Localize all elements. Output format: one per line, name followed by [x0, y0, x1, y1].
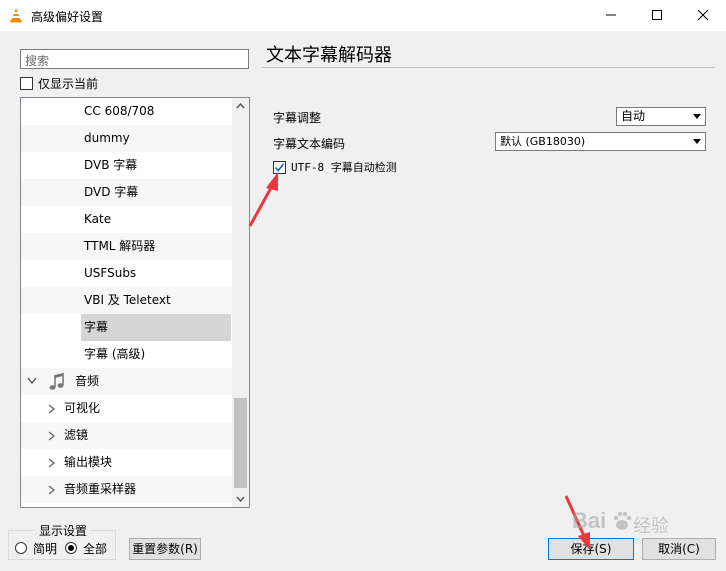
- chevron-down-icon: [27, 377, 37, 385]
- scroll-thumb[interactable]: [234, 398, 247, 488]
- text-encoding-select[interactable]: 默认 (GB18030): [495, 132, 706, 151]
- tree-item[interactable]: DVB 字幕: [21, 152, 232, 179]
- minimize-button[interactable]: [588, 0, 634, 31]
- utf8-autodetect-checkbox[interactable]: [273, 160, 286, 174]
- settings-tree[interactable]: CC 608/708 dummy DVB 字幕 DVD 字幕 Kate TTML…: [20, 97, 250, 508]
- tree-item-selected[interactable]: 字幕: [21, 314, 232, 341]
- radio-all[interactable]: [65, 542, 77, 554]
- tree-item[interactable]: TTML 解码器: [21, 233, 232, 260]
- save-button[interactable]: 保存(S): [548, 538, 634, 560]
- utf8-autodetect-label: UTF-8 字幕自动检测: [291, 161, 397, 174]
- page-title: 文本字幕解码器: [266, 45, 392, 66]
- annotation-arrow-checkbox: [248, 172, 278, 227]
- only-current-label: 仅显示当前: [38, 76, 99, 91]
- chevron-right-icon: [48, 431, 56, 441]
- tree-item[interactable]: USFSubs: [21, 260, 232, 287]
- dropdown-arrow-icon: [693, 114, 701, 119]
- tree-item[interactable]: 可视化: [21, 395, 232, 422]
- radio-simple[interactable]: [15, 542, 27, 554]
- chevron-right-icon: [48, 404, 56, 414]
- title-bar: 高级偏好设置: [0, 0, 726, 31]
- radio-all-label: 全部: [83, 542, 108, 556]
- window-title: 高级偏好设置: [31, 10, 104, 24]
- subtitle-adjust-label: 字幕调整: [273, 111, 322, 125]
- tree-item[interactable]: dummy: [21, 125, 232, 152]
- tree-item[interactable]: DVD 字幕: [21, 179, 232, 206]
- close-icon: [698, 10, 708, 20]
- vlc-cone-icon: [10, 8, 22, 23]
- cancel-button[interactable]: 取消(C): [642, 538, 716, 560]
- maximize-button[interactable]: [634, 0, 680, 31]
- tree-item[interactable]: CC 608/708: [21, 98, 232, 125]
- maximize-icon: [652, 10, 662, 20]
- chevron-right-icon: [48, 485, 56, 495]
- radio-simple-label: 简明: [33, 542, 58, 556]
- chevron-right-icon: [48, 458, 56, 468]
- dropdown-arrow-icon: [693, 139, 701, 144]
- music-note-icon: [49, 373, 64, 390]
- subtitle-adjust-select[interactable]: 自动: [616, 107, 706, 126]
- tree-item[interactable]: 音频重采样器: [21, 476, 232, 503]
- tree-item[interactable]: VBI 及 Teletext: [21, 287, 232, 314]
- text-encoding-label: 字幕文本编码: [273, 137, 346, 151]
- minimize-icon: [606, 14, 616, 16]
- tree-item[interactable]: 滤镜: [21, 422, 232, 449]
- utf8-autodetect-row[interactable]: UTF-8 字幕自动检测: [273, 159, 397, 175]
- search-input[interactable]: 搜索: [20, 49, 249, 69]
- paw-logo-icon: [613, 511, 632, 530]
- tree-item[interactable]: 字幕 (高级): [21, 341, 232, 368]
- tree-scrollbar[interactable]: [232, 98, 249, 507]
- only-current-checkbox[interactable]: [20, 76, 33, 90]
- tree-item[interactable]: Kate: [21, 206, 232, 233]
- scroll-up-icon[interactable]: [236, 103, 245, 109]
- display-settings-title: 显示设置: [36, 522, 91, 539]
- search-placeholder: 搜索: [25, 54, 50, 68]
- close-button[interactable]: [680, 0, 726, 31]
- watermark-brand: Bai: [572, 508, 607, 533]
- checkmark-icon: [274, 162, 285, 172]
- title-divider: [262, 67, 715, 68]
- scroll-down-icon[interactable]: [236, 496, 245, 502]
- tree-item-audio[interactable]: 音频: [21, 368, 232, 395]
- tree-item[interactable]: 输出模块: [21, 449, 232, 476]
- only-current-checkbox-row[interactable]: 仅显示当前: [20, 75, 98, 91]
- reset-button[interactable]: 重置参数(R): [129, 538, 201, 560]
- watermark-suffix: 经验: [633, 516, 669, 537]
